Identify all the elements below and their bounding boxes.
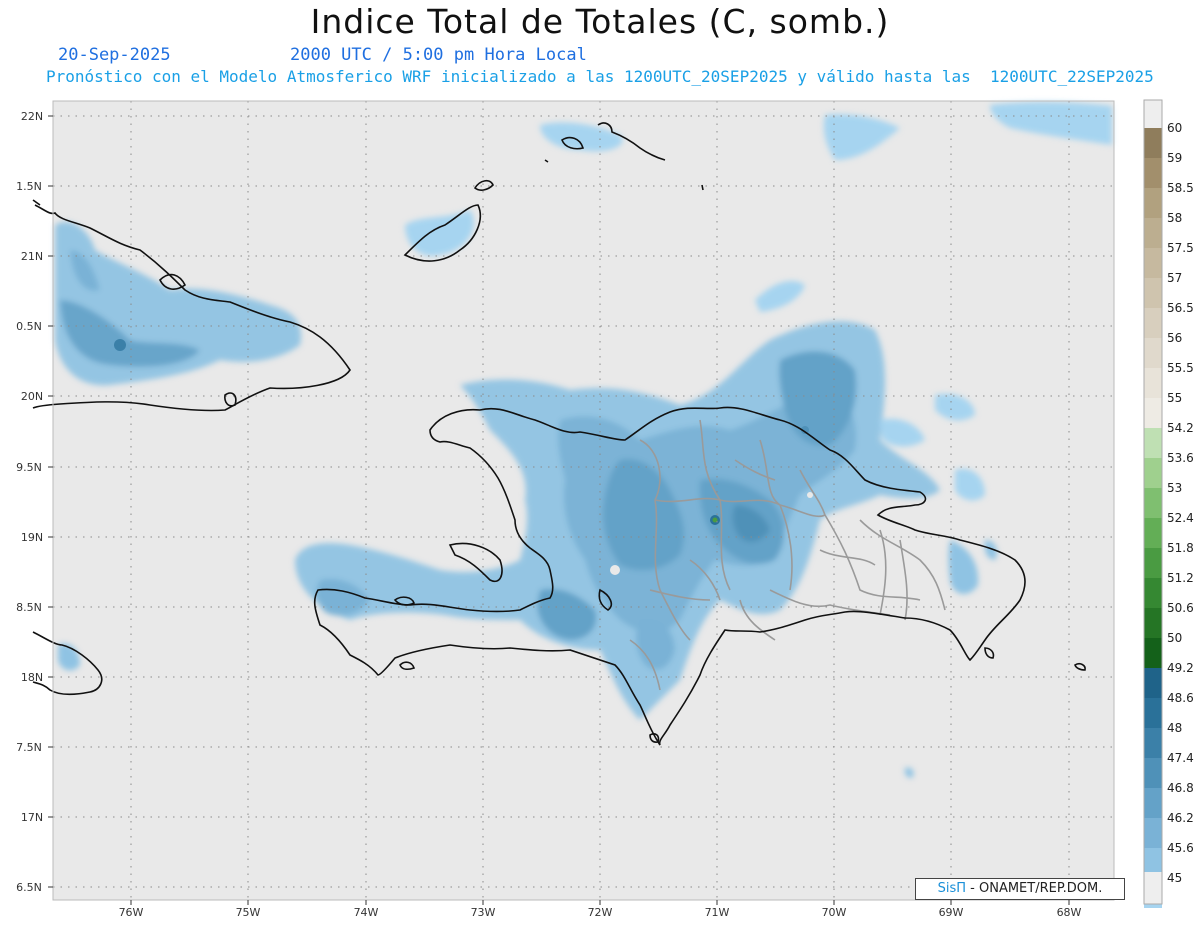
colorbar-label: 54.2 (1167, 421, 1194, 435)
colorbar-label: 55 (1167, 391, 1182, 405)
colorbar-label: 51.2 (1167, 571, 1194, 585)
colorbar-swatch (1144, 278, 1162, 308)
lon-label: 68W (1057, 906, 1082, 919)
forecast-date: 20-Sep-2025 (58, 45, 171, 65)
lat-ticks (48, 115, 53, 888)
colorbar-label: 58.5 (1167, 181, 1194, 195)
lat-label: 8.5N (16, 601, 42, 614)
map-title: Indice Total de Totales (C, somb.) (310, 2, 890, 41)
colorbar-swatch (1144, 518, 1162, 548)
colorbar-label: 59 (1167, 151, 1182, 165)
colorbar-label: 52.4 (1167, 511, 1194, 525)
colorbar-label: 48 (1167, 721, 1182, 735)
colorbar-swatch (1144, 668, 1162, 698)
lon-label: 69W (939, 906, 964, 919)
lon-label: 70W (822, 906, 847, 919)
colorbar-label: 56.5 (1167, 301, 1194, 315)
lat-label: 22N (21, 110, 43, 123)
colorbar-label: 45 (1167, 871, 1182, 885)
lon-label: 74W (354, 906, 379, 919)
lon-label: 71W (705, 906, 730, 919)
lon-label: 73W (471, 906, 496, 919)
colorbar-swatch (1144, 158, 1162, 188)
colorbar-swatch (1144, 488, 1162, 518)
colorbar-label: 48.6 (1167, 691, 1194, 705)
colorbar-label: 56 (1167, 331, 1182, 345)
colorbar-swatch (1144, 548, 1162, 578)
colorbar-cap-top (1144, 100, 1162, 130)
colorbar-swatch (1144, 608, 1162, 638)
colorbar-label: 57.5 (1167, 241, 1194, 255)
colorbar-swatch (1144, 698, 1162, 728)
colorbar-swatch (1144, 458, 1162, 488)
colorbar-swatch (1144, 248, 1162, 278)
lat-label: 9.5N (16, 461, 42, 474)
lon-label: 76W (119, 906, 144, 919)
credit-box: SisΠ - ONAMET/REP.DOM. (915, 878, 1125, 900)
lat-label: 17N (21, 811, 43, 824)
lat-label: 6.5N (16, 881, 42, 894)
colorbar-swatch (1144, 218, 1162, 248)
lon-labels: 76W 75W 74W 73W 72W 71W 70W 69W 68W (119, 906, 1082, 919)
lon-label: 75W (236, 906, 261, 919)
colorbar-label: 57 (1167, 271, 1182, 285)
colorbar: 60 59 58.5 58 57.5 57 56.5 56 55.5 55 54.2 53.6 53 52… (1143, 99, 1194, 908)
credit-text: - ONAMET/REP.DOM. (966, 881, 1103, 896)
sispi-logo: SisΠ (937, 881, 967, 896)
lat-label: 20N (21, 390, 43, 403)
lon-ticks (130, 900, 1070, 905)
colorbar-swatch (1144, 368, 1162, 398)
colorbar-label: 47.4 (1167, 751, 1194, 765)
lat-label: 1.5N (16, 180, 42, 193)
colorbar-cap-bottom (1144, 872, 1162, 904)
colorbar-label: 58 (1167, 211, 1182, 225)
colorbar-label: 53 (1167, 481, 1182, 495)
colorbar-label: 50.6 (1167, 601, 1194, 615)
lat-label: 19N (21, 531, 43, 544)
colorbar-label: 53.6 (1167, 451, 1194, 465)
colorbar-swatch (1144, 728, 1162, 758)
colorbar-label: 49.2 (1167, 661, 1194, 675)
colorbar-swatch (1144, 338, 1162, 368)
lat-labels: 22N 1.5N 21N 0.5N 20N 9.5N 19N 8.5N 18N … (16, 110, 43, 894)
lat-label: 18N (21, 671, 43, 684)
colorbar-swatch (1144, 758, 1162, 788)
colorbar-label: 46.8 (1167, 781, 1194, 795)
colorbar-swatch (1144, 638, 1162, 668)
colorbar-swatch (1144, 308, 1162, 338)
colorbar-label: 55.5 (1167, 361, 1194, 375)
colorbar-label: 50 (1167, 631, 1182, 645)
forecast-map: 22N 1.5N 21N 0.5N 20N 9.5N 19N 8.5N 18N … (16, 99, 1194, 919)
colorbar-label: 51.8 (1167, 541, 1194, 555)
forecast-info: Pronóstico con el Modelo Atmosferico WRF… (46, 67, 1154, 86)
lat-label: 0.5N (16, 320, 42, 333)
colorbar-swatch (1144, 428, 1162, 458)
colorbar-swatch (1144, 818, 1162, 848)
lat-label: 21N (21, 250, 43, 263)
colorbar-swatch (1144, 128, 1162, 158)
colorbar-label: 60 (1167, 121, 1182, 135)
colorbar-swatch (1144, 398, 1162, 428)
colorbar-swatch (1144, 188, 1162, 218)
colorbar-swatch (1144, 788, 1162, 818)
colorbar-label: 46.2 (1167, 811, 1194, 825)
lat-label: 7.5N (16, 741, 42, 754)
colorbar-swatch (1144, 578, 1162, 608)
forecast-time: 2000 UTC / 5:00 pm Hora Local (290, 45, 587, 65)
colorbar-label: 45.6 (1167, 841, 1194, 855)
lon-label: 72W (588, 906, 613, 919)
